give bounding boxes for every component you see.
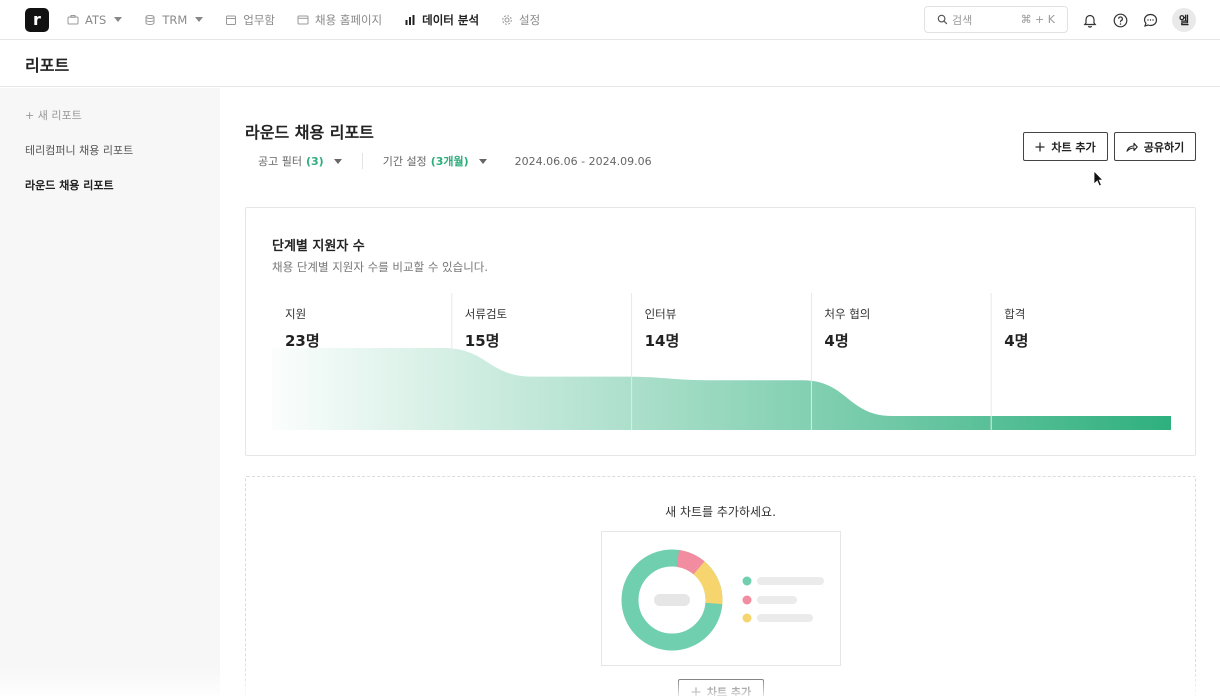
nav-item-data-analysis[interactable]: 데이터 분석 xyxy=(404,12,479,28)
legend-bar xyxy=(757,577,824,585)
share-button[interactable]: 공유하기 xyxy=(1114,132,1196,161)
bell-icon[interactable] xyxy=(1081,11,1099,29)
report-title: 라운드 채용 리포트 xyxy=(245,123,374,142)
nav-item-label: ATS xyxy=(85,12,107,27)
share-label: 공유하기 xyxy=(1143,140,1185,154)
nav-item-ats[interactable]: ATS xyxy=(67,12,123,27)
date-range: 2024.06.06 - 2024.09.06 xyxy=(514,154,652,168)
stage-value: 4명 xyxy=(1004,332,1029,350)
period-label: 기간 설정 xyxy=(382,155,427,168)
legend-bar xyxy=(757,614,813,622)
nav-item-label: 채용 홈페이지 xyxy=(315,12,383,27)
legend-bar xyxy=(757,596,797,604)
stage-value: 14명 xyxy=(644,332,680,350)
stage-label: 처우 협의 xyxy=(824,307,871,321)
new-chart-placeholder: 새 차트를 추가하세요. 차트 추가 xyxy=(245,476,1196,696)
search-shortcut: ⌘ + K xyxy=(1020,13,1055,26)
chat-icon[interactable] xyxy=(1141,11,1159,29)
help-icon[interactable] xyxy=(1111,11,1129,29)
funnel-chart xyxy=(272,293,1171,430)
nav-item-career-site[interactable]: 채용 홈페이지 xyxy=(297,12,382,28)
database-icon xyxy=(145,14,155,25)
bar-chart-icon xyxy=(405,14,415,25)
logo-letter: r xyxy=(33,9,41,29)
nav-item-label: TRM xyxy=(162,12,188,27)
new-chart-add-label: 차트 추가 xyxy=(706,686,752,696)
stage-label: 서류검토 xyxy=(464,307,508,321)
app-logo[interactable]: r xyxy=(25,7,49,32)
chart-preview-illustration xyxy=(601,531,841,666)
job-filter-count: (3) xyxy=(305,154,324,168)
period-dropdown[interactable]: 기간 설정 (3개월) xyxy=(383,153,487,169)
nav-item-settings[interactable]: 설정 xyxy=(501,12,540,28)
nav-item-label: 업무함 xyxy=(243,12,275,27)
sidebar-item-terry-company-report[interactable]: 테리컴퍼니 채용 리포트 xyxy=(25,142,133,158)
plus-icon xyxy=(691,687,701,696)
funnel-chart-card: 단계별 지원자 수 채용 단계별 지원자 수를 비교할 수 있습니다. 지원 23… xyxy=(245,207,1196,456)
gear-icon xyxy=(502,14,512,25)
stage-value: 4명 xyxy=(824,332,849,350)
stage-label: 인터뷰 xyxy=(644,307,677,321)
mouse-cursor-icon xyxy=(1093,170,1104,187)
sidebar: + 새 리포트 테리컴퍼니 채용 리포트 라운드 채용 리포트 xyxy=(0,88,220,696)
nav-item-tasks[interactable]: 업무함 xyxy=(225,12,275,28)
new-report-button[interactable]: + 새 리포트 xyxy=(25,107,82,123)
nav-item-trm[interactable]: TRM xyxy=(144,12,204,27)
job-filter-label: 공고 필터 xyxy=(258,155,302,168)
chevron-down-icon xyxy=(333,158,342,164)
nav-item-label: 데이터 분석 xyxy=(422,12,480,27)
stage-label: 지원 xyxy=(285,307,307,321)
new-chart-add-button[interactable]: 차트 추가 xyxy=(678,679,764,696)
page-header: 리포트 xyxy=(0,41,1220,87)
funnel-area xyxy=(272,348,1171,430)
new-chart-prompt: 새 차트를 추가하세요. xyxy=(665,505,776,519)
calendar-icon xyxy=(226,15,237,25)
legend-dot-pink xyxy=(742,595,752,605)
add-chart-label: 차트 추가 xyxy=(1051,140,1096,154)
page-title: 리포트 xyxy=(25,55,70,75)
browser-icon xyxy=(297,15,309,24)
chevron-down-icon xyxy=(195,17,204,22)
add-chart-button[interactable]: 차트 추가 xyxy=(1023,132,1108,161)
filter-divider xyxy=(361,153,363,169)
sidebar-item-round-report[interactable]: 라운드 채용 리포트 xyxy=(25,177,114,193)
nav-item-label: 설정 xyxy=(519,12,541,27)
nav-menu: ATS TRM 업무함 채용 홈페이지 데이터 분석 설정 xyxy=(67,12,540,28)
plus-icon xyxy=(1035,142,1045,151)
share-icon xyxy=(1126,142,1138,152)
chevron-down-icon xyxy=(478,158,487,164)
stage-label: 합격 xyxy=(1004,307,1026,321)
search-placeholder: 검색 xyxy=(952,13,973,27)
donut-center-placeholder xyxy=(654,594,690,606)
job-filter-dropdown[interactable]: 공고 필터 (3) xyxy=(258,153,342,169)
legend-dot-green xyxy=(742,576,752,586)
stage-value: 15명 xyxy=(464,332,500,350)
search-icon xyxy=(937,14,948,25)
donut-chart-illustration xyxy=(621,549,824,651)
avatar[interactable]: 엘 xyxy=(1172,8,1196,32)
search-input[interactable]: 검색 ⌘ + K xyxy=(924,6,1068,33)
top-navigation: r ATS TRM 업무함 채용 홈페이지 데이터 분석 설정 검색 ⌘ + K… xyxy=(0,0,1220,40)
chevron-down-icon xyxy=(114,17,123,22)
briefcase-icon xyxy=(67,14,79,24)
stage-value: 23명 xyxy=(285,332,320,350)
period-value: (3개월) xyxy=(430,155,469,168)
legend-dot-yellow xyxy=(742,613,752,623)
report-filters: 공고 필터 (3) 기간 설정 (3개월) 2024.06.06 - 2024.… xyxy=(258,153,652,169)
